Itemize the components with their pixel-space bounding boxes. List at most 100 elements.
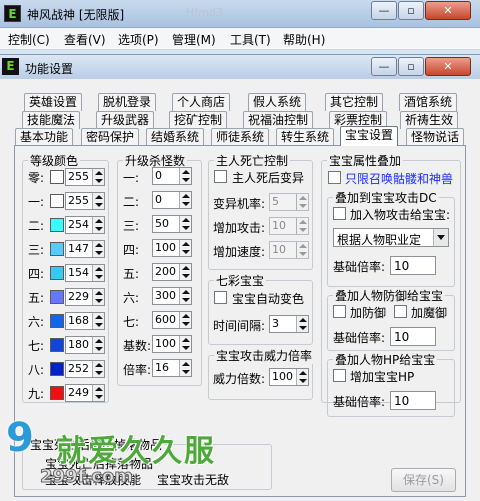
spinner-arrows-icon[interactable] — [179, 264, 191, 280]
mutate-after-death-checkbox[interactable] — [214, 170, 227, 183]
spinner-arrows-icon[interactable] — [179, 288, 191, 304]
spinner-arrows-icon[interactable] — [296, 316, 308, 332]
tab-offline-login[interactable]: 脱机登录 — [98, 93, 157, 111]
level-color-spinner-1[interactable]: 255 — [65, 192, 105, 210]
spinner-arrows-icon[interactable] — [296, 369, 308, 385]
tab-personal-shop[interactable]: 个人商店 — [172, 93, 231, 111]
spinner-arrows-icon[interactable] — [179, 312, 191, 328]
menu-help[interactable]: 帮助(H) — [283, 31, 325, 48]
hp-rate-input[interactable]: 10 — [390, 391, 436, 410]
only-summon-checkbox[interactable] — [328, 171, 341, 184]
add-defense-checkbox[interactable] — [333, 305, 346, 318]
spinner-arrows-icon[interactable] — [92, 241, 104, 257]
dialog-maximize-button[interactable]: ▫ — [398, 57, 424, 76]
level-kills-spinner-1[interactable]: 0 — [152, 167, 192, 185]
level-color-spinner-2[interactable]: 254 — [65, 216, 105, 234]
level-color-spinner-4[interactable]: 154 — [65, 264, 105, 282]
menu-tools[interactable]: 工具(T) — [230, 31, 271, 48]
tab-rebirth-system[interactable]: 转生系统 — [276, 128, 335, 146]
minimize-button[interactable]: — — [371, 1, 397, 20]
auto-color-checkbox[interactable] — [214, 291, 227, 304]
spinner-arrows-icon[interactable] — [92, 313, 104, 329]
level-kills-spinner-6[interactable]: 300 — [152, 287, 192, 305]
level-kills-spinner-3[interactable]: 50 — [152, 215, 192, 233]
close-button[interactable]: ✕ — [425, 1, 471, 20]
menu-options[interactable]: 选项(P) — [118, 31, 159, 48]
spinner-arrows-icon[interactable] — [296, 194, 308, 210]
level-color-spinner-6[interactable]: 168 — [65, 312, 105, 330]
spinner-arrows-icon[interactable] — [179, 336, 191, 352]
spinner-arrows-icon[interactable] — [92, 169, 104, 185]
level-color-spinner-5[interactable]: 229 — [65, 288, 105, 306]
mutate-chance-spinner[interactable]: 5 — [269, 193, 309, 211]
tab-basic-functions[interactable]: 基本功能 — [15, 128, 74, 146]
level-color-swatch-3[interactable] — [50, 242, 64, 256]
defense-rate-input[interactable]: 10 — [390, 327, 436, 346]
tab-pet-settings[interactable]: 宝宝设置 — [340, 126, 399, 146]
save-button[interactable]: 保存(S) — [391, 468, 456, 492]
menu-view[interactable]: 查看(V) — [64, 31, 106, 48]
spinner-arrows-icon[interactable] — [92, 289, 104, 305]
level-color-spinner-0[interactable]: 255 — [65, 168, 105, 186]
level-color-swatch-0[interactable] — [50, 170, 64, 184]
chevron-down-icon[interactable] — [433, 229, 448, 246]
level-color-swatch-8[interactable] — [50, 362, 64, 376]
add-attack-spinner[interactable]: 10 — [269, 217, 309, 235]
add-speed-spinner[interactable]: 10 — [269, 241, 309, 259]
tab-tavern-system[interactable]: 酒馆系统 — [399, 93, 458, 111]
spinner-arrows-icon[interactable] — [92, 337, 104, 353]
level-color-swatch-4[interactable] — [50, 266, 64, 280]
spinner-arrows-icon[interactable] — [179, 168, 191, 184]
level-kills-spinner-4[interactable]: 100 — [152, 239, 192, 257]
dialog-close-button[interactable]: ✕ — [425, 57, 471, 76]
level-kills-rate-spinner[interactable]: 16 — [152, 359, 192, 377]
level-color-swatch-5[interactable] — [50, 290, 64, 304]
menu-manage[interactable]: 管理(M) — [172, 31, 216, 48]
level-color-swatch-7[interactable] — [50, 338, 64, 352]
tab-prayer-effect[interactable]: 祈祷生效 — [400, 111, 459, 129]
level-kills-spinner-7[interactable]: 600 — [152, 311, 192, 329]
spinner-arrows-icon[interactable] — [179, 360, 191, 376]
dialog-minimize-button[interactable]: — — [371, 57, 397, 76]
level-color-spinner-8[interactable]: 252 — [65, 360, 105, 378]
tab-bot-system[interactable]: 假人系统 — [248, 93, 307, 111]
tab-upgrade-weapon[interactable]: 升级武器 — [96, 111, 155, 129]
add-magic-defense-checkbox[interactable] — [394, 305, 407, 318]
profession-select[interactable]: 根据人物职业定 — [333, 228, 449, 247]
spinner-arrows-icon[interactable] — [179, 192, 191, 208]
dc-rate-input[interactable]: 10 — [390, 256, 436, 275]
spinner-arrows-icon[interactable] — [92, 193, 104, 209]
tab-hero-settings[interactable]: 英雄设置 — [24, 93, 83, 111]
maximize-button[interactable]: ▫ — [398, 1, 424, 20]
spinner-arrows-icon[interactable] — [179, 240, 191, 256]
menu-control[interactable]: 控制(C) — [8, 31, 50, 48]
power-multiplier-spinner[interactable]: 100 — [269, 368, 309, 386]
tab-mentor-system[interactable]: 师徒系统 — [211, 128, 270, 146]
add-pet-hp-checkbox[interactable] — [333, 369, 346, 382]
level-color-swatch-1[interactable] — [50, 194, 64, 208]
level-color-swatch-9[interactable] — [50, 386, 64, 400]
tab-password-protect[interactable]: 密码保护 — [81, 128, 140, 146]
spinner-arrows-icon[interactable] — [92, 385, 104, 401]
level-color-spinner-9[interactable]: 249 — [65, 384, 105, 402]
tab-monster-speech[interactable]: 怪物说话 — [406, 128, 465, 146]
level-color-swatch-2[interactable] — [50, 218, 64, 232]
level-color-spinner-3[interactable]: 147 — [65, 240, 105, 258]
level-kills-spinner-2[interactable]: 0 — [152, 191, 192, 209]
spinner-arrows-icon[interactable] — [296, 242, 308, 258]
tab-other-control[interactable]: 其它控制 — [325, 93, 384, 111]
spinner-arrows-icon[interactable] — [296, 218, 308, 234]
level-color-spinner-7[interactable]: 180 — [65, 336, 105, 354]
tab-blessing-oil-control[interactable]: 祝福油控制 — [243, 111, 314, 129]
spinner-arrows-icon[interactable] — [92, 265, 104, 281]
tab-skill-magic[interactable]: 技能魔法 — [22, 111, 81, 129]
tab-marriage-system[interactable]: 结婚系统 — [146, 128, 205, 146]
interval-spinner[interactable]: 3 — [269, 315, 309, 333]
level-kills-spinner-5[interactable]: 200 — [152, 263, 192, 281]
tab-mining-control[interactable]: 挖矿控制 — [169, 111, 228, 129]
spinner-arrows-icon[interactable] — [92, 217, 104, 233]
level-kills-base-spinner[interactable]: 100 — [152, 335, 192, 353]
level-color-swatch-6[interactable] — [50, 314, 64, 328]
spinner-arrows-icon[interactable] — [92, 361, 104, 377]
add-attack-to-pet-checkbox[interactable] — [333, 207, 346, 220]
